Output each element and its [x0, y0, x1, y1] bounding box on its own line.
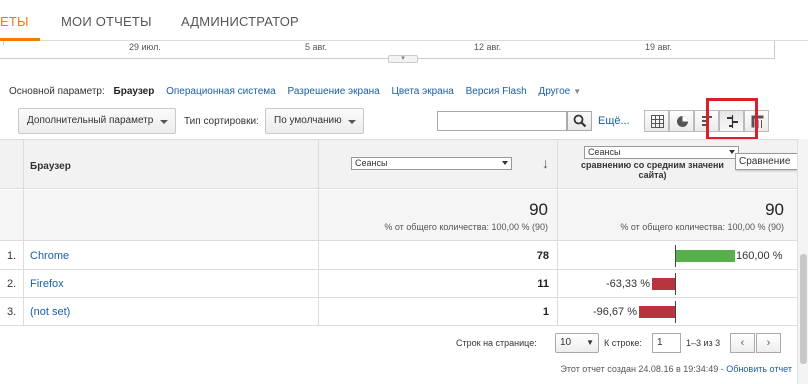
dimension-other-dropdown[interactable]: Другое ▼: [538, 86, 590, 97]
dimension-screen-resolution[interactable]: Разрешение экрана: [288, 86, 380, 97]
refresh-report-link[interactable]: Обновить отчет: [726, 364, 792, 374]
chevron-down-icon: ▼: [573, 87, 582, 96]
comparison-metric-value: Сеансы: [588, 147, 621, 157]
go-to-row-label: К строке:: [604, 338, 642, 348]
timeline-tick: [3, 41, 4, 45]
table-grid-icon: [651, 115, 664, 128]
secondary-dimension-button[interactable]: Дополнительный параметр: [18, 108, 176, 134]
top-nav: ЕТЫ МОИ ОТЧЕТЫ АДМИНИСТРАТОР: [0, 0, 808, 41]
primary-dimension-bar: Основной параметр: Браузер Операционная …: [9, 86, 599, 97]
row-browser-link[interactable]: Chrome: [30, 250, 69, 262]
row-index: 1.: [7, 250, 17, 262]
table-row: 2. Firefox 11 -63,33 %: [0, 270, 797, 298]
comparison-percent: -96,67 %: [592, 306, 637, 318]
view-table-button[interactable]: [644, 110, 669, 132]
view-pie-button[interactable]: [669, 110, 694, 132]
table-pager: Строк на странице: 10 ▼ К строке: 1 1–3 …: [0, 330, 808, 356]
scrollbar-thumb[interactable]: [800, 254, 807, 364]
go-to-row-input[interactable]: 1: [652, 333, 681, 353]
chevron-down-icon: [348, 120, 356, 124]
comparison-bar: [652, 278, 675, 290]
report-created-text: Этот отчет создан 24.08.16 в 19:34:49 -: [560, 364, 724, 374]
total-comparison-share: % от общего количества: 100,00 % (90): [620, 222, 784, 232]
report-table: Браузер Сеансы ↓ Сеансы сравнению со сре…: [0, 139, 797, 326]
primary-dimension-label: Основной параметр:: [9, 86, 105, 97]
row-index: 2.: [7, 278, 17, 290]
timeline-edge: [774, 41, 775, 59]
chevron-down-icon: [502, 161, 508, 165]
table-search-input[interactable]: [437, 111, 567, 131]
timeline-date: 19 авг.: [645, 42, 672, 52]
sort-type-label: Тип сортировки:: [184, 116, 259, 127]
column-divider: [318, 140, 319, 326]
table-toolbar: Дополнительный параметр Тип сортировки: …: [0, 108, 808, 136]
timeline-date: 12 авг.: [474, 42, 501, 52]
table-row: 1. Chrome 78 160,00 %: [0, 242, 797, 270]
totals-row: 90 % от общего количества: 100,00 % (90)…: [0, 190, 797, 241]
row-browser-link[interactable]: (not set): [30, 306, 70, 318]
table-row: 3. (not set) 1 -96,67 %: [0, 298, 797, 326]
dimension-browser: Браузер: [113, 86, 155, 97]
dimension-flash-version[interactable]: Версия Flash: [466, 86, 527, 97]
chevron-down-icon: ▼: [586, 338, 594, 347]
comparison-highlight-frame: [706, 98, 758, 140]
timeline-date: 29 июл.: [129, 42, 161, 52]
comparison-zero-line: [675, 301, 676, 323]
table-header: Браузер Сеансы ↓ Сеансы сравнению со сре…: [0, 140, 797, 189]
rows-per-page-select[interactable]: 10 ▼: [555, 333, 599, 353]
comparison-percent: 160,00 %: [736, 250, 783, 262]
column-divider: [557, 140, 558, 326]
next-page-button[interactable]: ›: [756, 333, 781, 353]
total-comparison: 90: [765, 200, 784, 219]
tab-reports[interactable]: ЕТЫ: [0, 14, 29, 29]
comparison-bar: [676, 250, 735, 262]
pie-chart-icon: [677, 116, 688, 127]
comparison-zero-line: [675, 273, 676, 295]
row-browser-link[interactable]: Firefox: [30, 278, 64, 290]
page-range: 1–3 из 3: [686, 338, 721, 348]
chevron-down-icon: [160, 120, 168, 124]
metric-select-value: Сеансы: [355, 158, 388, 168]
metric-select[interactable]: Сеансы: [351, 157, 512, 170]
secondary-dimension-label: Дополнительный параметр: [27, 115, 154, 126]
comparison-metric-select[interactable]: Сеансы: [584, 146, 739, 159]
sort-type-select[interactable]: По умолчанию: [265, 108, 364, 134]
chevron-right-icon: ›: [766, 337, 771, 349]
advanced-search-link[interactable]: Ещё...: [598, 115, 630, 127]
total-sessions-share: % от общего количества: 100,00 % (90): [384, 222, 548, 232]
rows-per-page-value: 10: [560, 337, 572, 348]
comparison-percent: -63,33 %: [605, 278, 650, 290]
tab-my-reports[interactable]: МОИ ОТЧЕТЫ: [61, 14, 152, 29]
sort-descending-icon[interactable]: ↓: [542, 155, 549, 171]
timeline-resize-handle[interactable]: ▾: [388, 55, 418, 63]
timeline-date: 5 авг.: [305, 42, 327, 52]
column-divider: [23, 140, 24, 326]
comparison-column-header: сравнению со средним значени сайта): [581, 160, 724, 180]
search-icon: [573, 114, 587, 128]
rows-per-page-label: Строк на странице:: [456, 338, 537, 348]
sort-type-value: По умолчанию: [274, 115, 342, 126]
dimension-os[interactable]: Операционная система: [166, 86, 276, 97]
page-scrollbar[interactable]: [797, 139, 808, 384]
timeline-axis: 29 июл. 5 авг. 12 авг. 19 авг. ▾: [0, 41, 808, 63]
row-sessions: 78: [536, 250, 549, 262]
row-sessions: 11: [537, 278, 549, 290]
row-sessions: 1: [542, 306, 549, 318]
column-header-browser[interactable]: Браузер: [30, 161, 71, 172]
search-button[interactable]: [567, 111, 592, 131]
total-sessions: 90: [529, 200, 548, 219]
comparison-bar: [639, 306, 675, 318]
row-index: 3.: [7, 306, 17, 318]
report-footer: Этот отчет создан 24.08.16 в 19:34:49 - …: [560, 364, 792, 374]
chevron-left-icon: ‹: [740, 337, 745, 349]
dimension-other-label: Другое: [538, 86, 571, 97]
dimension-screen-colors[interactable]: Цвета экрана: [392, 86, 454, 97]
tab-admin[interactable]: АДМИНИСТРАТОР: [181, 14, 299, 29]
prev-page-button[interactable]: ‹: [730, 333, 755, 353]
